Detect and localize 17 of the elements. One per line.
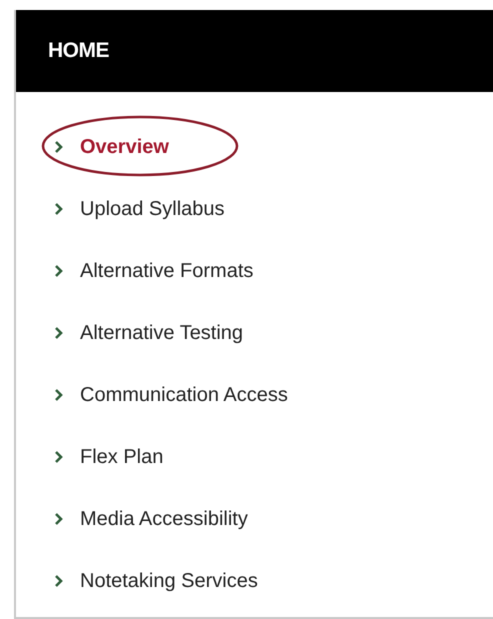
menu-item[interactable]: Overview [54,132,169,162]
menu-item[interactable]: Alternative Formats [54,256,254,286]
menu-item[interactable]: Communication Access [54,380,288,410]
chevron-icon [54,140,64,154]
chevron-icon [54,326,64,340]
chevron-icon [54,388,64,402]
chevron-icon [54,202,64,216]
chevron-icon [54,450,64,464]
menu-item[interactable]: Upload Syllabus [54,194,225,224]
menu-item[interactable]: Notetaking Services [54,566,258,596]
menu-title: HOME [48,38,109,64]
chevron-icon [54,574,64,588]
menu-item[interactable]: Flex Plan [54,442,164,472]
chevron-icon [54,512,64,526]
menu-item[interactable]: Alternative Testing [54,318,244,348]
menu-item[interactable]: Media Accessibility [54,504,248,534]
chevron-icon [54,264,64,278]
